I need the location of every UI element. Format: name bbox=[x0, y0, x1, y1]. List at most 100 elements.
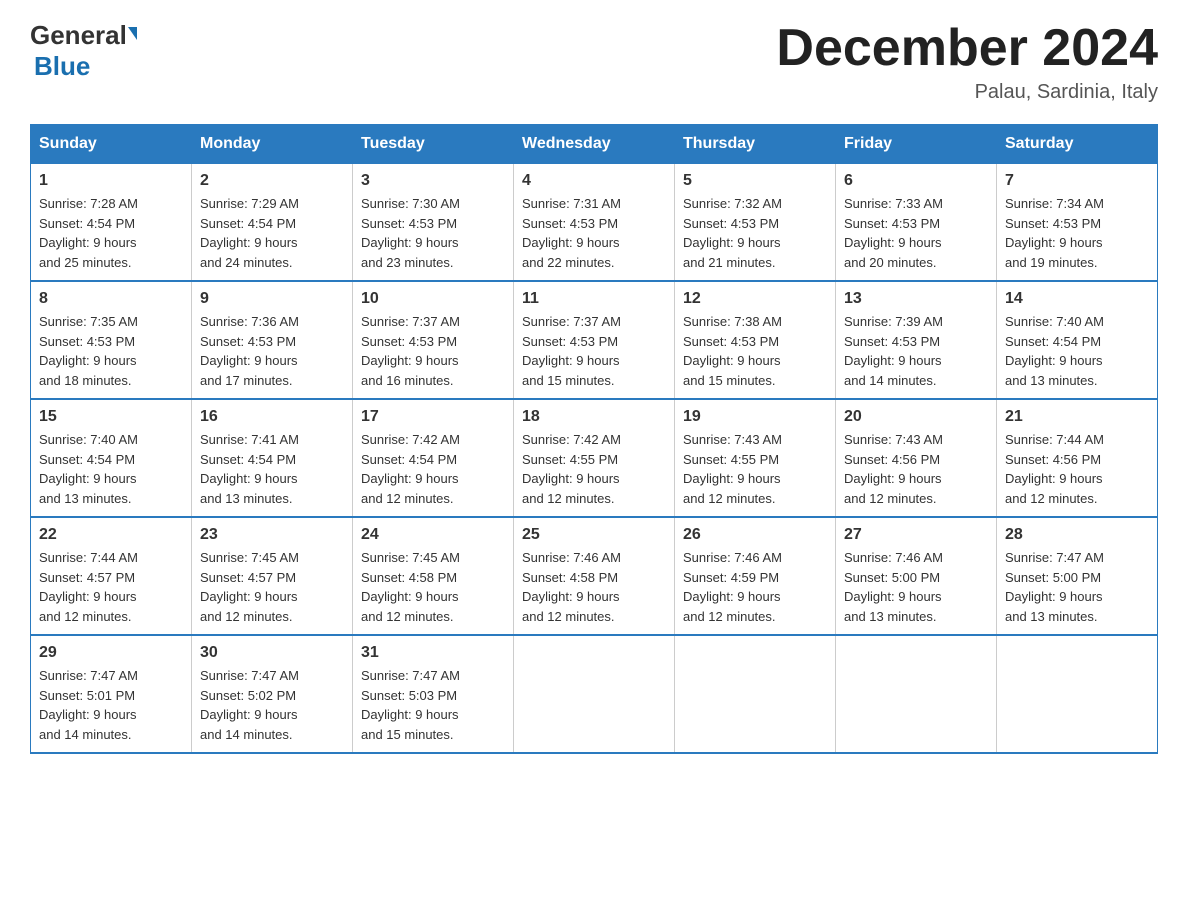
logo-blue-text: Blue bbox=[34, 51, 90, 82]
daylight-label: Daylight: 9 hours bbox=[1005, 235, 1103, 250]
table-row: 26 Sunrise: 7:46 AM Sunset: 4:59 PM Dayl… bbox=[675, 517, 836, 635]
sunrise-label: Sunrise: 7:28 AM bbox=[39, 196, 138, 211]
sunrise-label: Sunrise: 7:41 AM bbox=[200, 432, 299, 447]
daylight-label: Daylight: 9 hours bbox=[39, 235, 137, 250]
sunset-label: Sunset: 4:54 PM bbox=[1005, 334, 1101, 349]
daylight-minutes: and 15 minutes. bbox=[361, 727, 454, 742]
sunrise-label: Sunrise: 7:47 AM bbox=[200, 668, 299, 683]
day-number: 30 bbox=[200, 644, 344, 662]
day-number: 31 bbox=[361, 644, 505, 662]
day-info: Sunrise: 7:37 AM Sunset: 4:53 PM Dayligh… bbox=[522, 312, 666, 390]
header-wednesday: Wednesday bbox=[514, 125, 675, 164]
daylight-label: Daylight: 9 hours bbox=[683, 471, 781, 486]
sunrise-label: Sunrise: 7:47 AM bbox=[1005, 550, 1104, 565]
day-number: 19 bbox=[683, 408, 827, 426]
daylight-label: Daylight: 9 hours bbox=[361, 235, 459, 250]
daylight-label: Daylight: 9 hours bbox=[522, 235, 620, 250]
daylight-minutes: and 14 minutes. bbox=[200, 727, 293, 742]
day-info: Sunrise: 7:43 AM Sunset: 4:56 PM Dayligh… bbox=[844, 430, 988, 508]
table-row: 16 Sunrise: 7:41 AM Sunset: 4:54 PM Dayl… bbox=[192, 399, 353, 517]
table-row: 18 Sunrise: 7:42 AM Sunset: 4:55 PM Dayl… bbox=[514, 399, 675, 517]
day-info: Sunrise: 7:32 AM Sunset: 4:53 PM Dayligh… bbox=[683, 194, 827, 272]
sunrise-label: Sunrise: 7:40 AM bbox=[39, 432, 138, 447]
table-row: 27 Sunrise: 7:46 AM Sunset: 5:00 PM Dayl… bbox=[836, 517, 997, 635]
sunset-label: Sunset: 4:57 PM bbox=[200, 570, 296, 585]
daylight-label: Daylight: 9 hours bbox=[1005, 589, 1103, 604]
daylight-minutes: and 14 minutes. bbox=[39, 727, 132, 742]
daylight-label: Daylight: 9 hours bbox=[200, 471, 298, 486]
daylight-minutes: and 13 minutes. bbox=[1005, 609, 1098, 624]
daylight-minutes: and 15 minutes. bbox=[683, 373, 776, 388]
sunset-label: Sunset: 4:56 PM bbox=[844, 452, 940, 467]
daylight-minutes: and 12 minutes. bbox=[683, 609, 776, 624]
day-info: Sunrise: 7:47 AM Sunset: 5:00 PM Dayligh… bbox=[1005, 548, 1149, 626]
sunset-label: Sunset: 4:54 PM bbox=[200, 216, 296, 231]
table-row: 4 Sunrise: 7:31 AM Sunset: 4:53 PM Dayli… bbox=[514, 164, 675, 282]
sunset-label: Sunset: 4:53 PM bbox=[1005, 216, 1101, 231]
sunset-label: Sunset: 5:00 PM bbox=[1005, 570, 1101, 585]
daylight-label: Daylight: 9 hours bbox=[522, 353, 620, 368]
table-row: 5 Sunrise: 7:32 AM Sunset: 4:53 PM Dayli… bbox=[675, 164, 836, 282]
daylight-label: Daylight: 9 hours bbox=[200, 235, 298, 250]
daylight-minutes: and 20 minutes. bbox=[844, 255, 937, 270]
daylight-minutes: and 18 minutes. bbox=[39, 373, 132, 388]
logo-general-text: General bbox=[30, 20, 127, 51]
sunrise-label: Sunrise: 7:36 AM bbox=[200, 314, 299, 329]
daylight-minutes: and 12 minutes. bbox=[1005, 491, 1098, 506]
daylight-label: Daylight: 9 hours bbox=[361, 589, 459, 604]
day-info: Sunrise: 7:46 AM Sunset: 4:58 PM Dayligh… bbox=[522, 548, 666, 626]
daylight-minutes: and 16 minutes. bbox=[361, 373, 454, 388]
day-info: Sunrise: 7:46 AM Sunset: 5:00 PM Dayligh… bbox=[844, 548, 988, 626]
sunset-label: Sunset: 4:54 PM bbox=[39, 216, 135, 231]
day-info: Sunrise: 7:40 AM Sunset: 4:54 PM Dayligh… bbox=[39, 430, 183, 508]
day-number: 26 bbox=[683, 526, 827, 544]
table-row: 9 Sunrise: 7:36 AM Sunset: 4:53 PM Dayli… bbox=[192, 281, 353, 399]
day-info: Sunrise: 7:42 AM Sunset: 4:54 PM Dayligh… bbox=[361, 430, 505, 508]
day-number: 27 bbox=[844, 526, 988, 544]
day-number: 1 bbox=[39, 172, 183, 190]
day-info: Sunrise: 7:29 AM Sunset: 4:54 PM Dayligh… bbox=[200, 194, 344, 272]
day-info: Sunrise: 7:43 AM Sunset: 4:55 PM Dayligh… bbox=[683, 430, 827, 508]
calendar-body: 1 Sunrise: 7:28 AM Sunset: 4:54 PM Dayli… bbox=[31, 164, 1158, 754]
sunset-label: Sunset: 4:58 PM bbox=[361, 570, 457, 585]
day-number: 6 bbox=[844, 172, 988, 190]
daylight-minutes: and 12 minutes. bbox=[361, 491, 454, 506]
sunset-label: Sunset: 4:53 PM bbox=[361, 216, 457, 231]
sunrise-label: Sunrise: 7:45 AM bbox=[200, 550, 299, 565]
day-info: Sunrise: 7:31 AM Sunset: 4:53 PM Dayligh… bbox=[522, 194, 666, 272]
sunset-label: Sunset: 4:54 PM bbox=[361, 452, 457, 467]
table-row: 30 Sunrise: 7:47 AM Sunset: 5:02 PM Dayl… bbox=[192, 635, 353, 753]
day-info: Sunrise: 7:41 AM Sunset: 4:54 PM Dayligh… bbox=[200, 430, 344, 508]
sunrise-label: Sunrise: 7:45 AM bbox=[361, 550, 460, 565]
day-number: 14 bbox=[1005, 290, 1149, 308]
sunset-label: Sunset: 5:02 PM bbox=[200, 688, 296, 703]
day-info: Sunrise: 7:35 AM Sunset: 4:53 PM Dayligh… bbox=[39, 312, 183, 390]
daylight-label: Daylight: 9 hours bbox=[1005, 471, 1103, 486]
daylight-label: Daylight: 9 hours bbox=[361, 707, 459, 722]
header-friday: Friday bbox=[836, 125, 997, 164]
sunset-label: Sunset: 4:53 PM bbox=[200, 334, 296, 349]
day-info: Sunrise: 7:33 AM Sunset: 4:53 PM Dayligh… bbox=[844, 194, 988, 272]
day-number: 28 bbox=[1005, 526, 1149, 544]
sunset-label: Sunset: 4:53 PM bbox=[683, 334, 779, 349]
sunset-label: Sunset: 4:57 PM bbox=[39, 570, 135, 585]
day-number: 3 bbox=[361, 172, 505, 190]
day-number: 9 bbox=[200, 290, 344, 308]
daylight-label: Daylight: 9 hours bbox=[361, 353, 459, 368]
table-row: 19 Sunrise: 7:43 AM Sunset: 4:55 PM Dayl… bbox=[675, 399, 836, 517]
daylight-label: Daylight: 9 hours bbox=[1005, 353, 1103, 368]
table-row: 28 Sunrise: 7:47 AM Sunset: 5:00 PM Dayl… bbox=[997, 517, 1158, 635]
daylight-minutes: and 22 minutes. bbox=[522, 255, 615, 270]
day-info: Sunrise: 7:28 AM Sunset: 4:54 PM Dayligh… bbox=[39, 194, 183, 272]
sunrise-label: Sunrise: 7:42 AM bbox=[361, 432, 460, 447]
daylight-label: Daylight: 9 hours bbox=[683, 235, 781, 250]
day-number: 20 bbox=[844, 408, 988, 426]
daylight-minutes: and 13 minutes. bbox=[844, 609, 937, 624]
sunset-label: Sunset: 4:56 PM bbox=[1005, 452, 1101, 467]
sunrise-label: Sunrise: 7:46 AM bbox=[522, 550, 621, 565]
day-number: 18 bbox=[522, 408, 666, 426]
table-row bbox=[836, 635, 997, 753]
day-number: 7 bbox=[1005, 172, 1149, 190]
day-info: Sunrise: 7:42 AM Sunset: 4:55 PM Dayligh… bbox=[522, 430, 666, 508]
day-number: 24 bbox=[361, 526, 505, 544]
